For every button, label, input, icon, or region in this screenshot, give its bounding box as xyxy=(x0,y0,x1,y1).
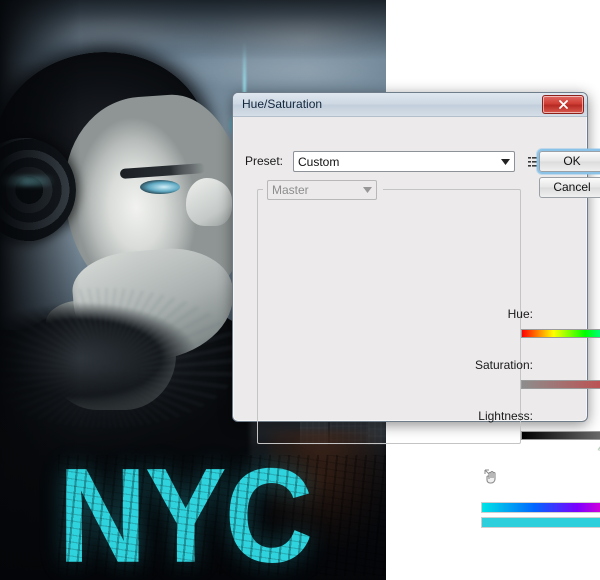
dialog-title: Hue/Saturation xyxy=(242,97,323,111)
close-icon xyxy=(558,100,568,109)
on-image-adjustment-hand-icon[interactable] xyxy=(482,467,502,487)
lightness-slider-track[interactable] xyxy=(521,431,600,450)
ok-button[interactable]: OK xyxy=(539,151,600,172)
figure-eye xyxy=(140,180,180,194)
preset-value: Custom xyxy=(298,154,340,169)
lightness-label: Lightness: xyxy=(478,409,533,423)
result-color-bar xyxy=(481,517,600,528)
figure-nose xyxy=(186,178,232,226)
hue-saturation-dialog[interactable]: Hue/Saturation Preset: Custom OK Cancel … xyxy=(232,92,600,528)
hue-spectrum-bar xyxy=(481,502,600,513)
preset-label: Preset: xyxy=(245,154,284,168)
artwork-title-label: NYC xyxy=(58,439,313,580)
hue-label: Hue: xyxy=(507,307,533,321)
artwork-title-text: NYC xyxy=(58,448,386,580)
preset-row: Preset: Custom xyxy=(245,151,577,173)
chevron-down-icon xyxy=(501,158,510,165)
screenshot-root: NYC Hue/Saturation Preset: Custom OK Can… xyxy=(0,0,600,580)
dialog-titlebar[interactable]: Hue/Saturation xyxy=(233,93,587,117)
hue-slider-track[interactable] xyxy=(521,329,600,338)
chevron-down-icon xyxy=(363,187,372,193)
saturation-slider-track[interactable] xyxy=(521,380,600,389)
close-button[interactable] xyxy=(542,95,584,114)
saturation-label: Saturation: xyxy=(474,358,533,372)
channel-value: Master xyxy=(272,183,309,197)
channel-dropdown[interactable]: Master xyxy=(267,180,377,200)
cancel-button[interactable]: Cancel xyxy=(539,177,600,198)
preset-dropdown[interactable]: Custom xyxy=(293,151,515,172)
